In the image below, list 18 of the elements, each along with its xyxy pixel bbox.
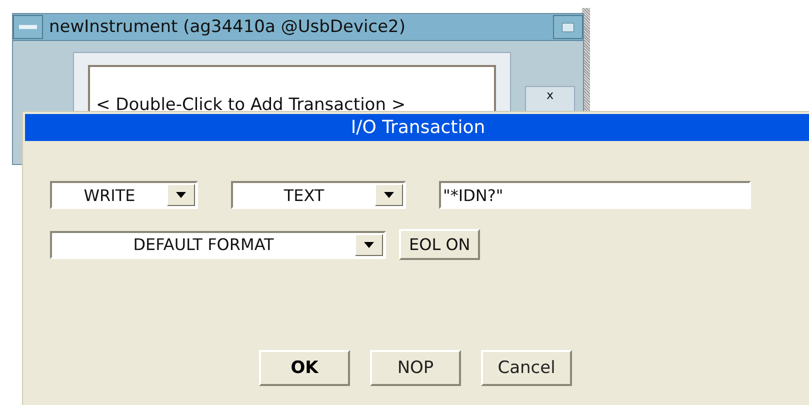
dropdown[interactable]: TEXT [231,181,406,209]
caret-icon [176,192,186,198]
list-placeholder: < Double-Click to Add Transaction > [96,95,406,115]
minimize-icon [19,25,37,29]
dropdown[interactable]: DEFAULT FORMAT [50,230,386,258]
window-title: newInstrument (ag34410a @UsbDevice2) [48,17,406,37]
minimize-button[interactable] [13,15,43,39]
caret-icon [384,192,394,198]
dialog-button[interactable]: NOP [370,350,461,386]
dialog-button[interactable]: OK [259,350,350,386]
dialog-title: I/O Transaction [25,114,809,141]
caret-icon [364,242,374,248]
input-field[interactable]: "*IDN?" [439,181,751,209]
maximize-button[interactable] [553,15,583,39]
dropdown[interactable]: WRITE [50,181,198,209]
maximize-icon [562,22,574,32]
dialog-button[interactable]: Cancel [481,350,572,386]
eol-button[interactable]: EOL ON [399,229,480,260]
